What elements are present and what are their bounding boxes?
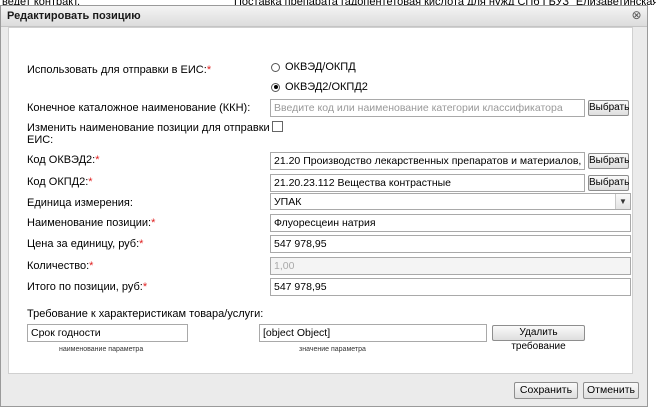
kkn-input[interactable]: Введите код или наименование категории к… (270, 99, 585, 117)
edit-position-dialog: Редактировать позицию ⊗ Использовать для… (0, 5, 648, 407)
radio-circle-selected[interactable] (271, 82, 280, 92)
close-icon[interactable]: ⊗ (630, 9, 643, 22)
dialog-titlebar[interactable]: Редактировать позицию ⊗ (1, 6, 647, 27)
param-value-caption: значение параметра (299, 346, 366, 353)
okved2-input[interactable]: 21.20 Производство лекарственных препара… (270, 152, 585, 170)
radio-label: ОКВЭД/ОКПД (285, 61, 356, 73)
position-name-input[interactable]: Флуоресцеин натрия (270, 214, 631, 232)
okpd2-select-button[interactable]: Выбрать (588, 175, 629, 191)
save-button[interactable]: Сохранить (514, 382, 578, 399)
price-label: Цена за единицу, руб:* (27, 238, 144, 250)
radio-okved2-okpd2[interactable]: ОКВЭД2/ОКПД2 (271, 81, 368, 93)
change-name-label-line1: Изменить наименование позиции для отправ… (27, 122, 279, 134)
dialog-title: Редактировать позицию (7, 10, 141, 22)
quantity-label: Количество:* (27, 260, 94, 272)
unit-select[interactable]: УПАК ▼ (270, 193, 631, 210)
cancel-button[interactable]: Отменить (583, 382, 639, 399)
delete-requirement-button[interactable]: Удалить требование (492, 325, 585, 352)
radio-okved-okpd[interactable]: ОКВЭД/ОКПД (271, 61, 356, 73)
okpd2-label: Код ОКПД2:* (27, 176, 93, 188)
price-input[interactable]: 547 978,95 (270, 235, 631, 253)
change-name-label-line2: ЕИС: (27, 134, 54, 146)
param-name-input[interactable]: Срок годности (27, 324, 188, 342)
okpd2-input[interactable]: 21.20.23.112 Вещества контрастные (270, 174, 585, 192)
radio-circle[interactable] (271, 62, 280, 72)
form-panel: Использовать для отправки в ЕИС:* ОКВЭД/… (8, 27, 633, 374)
okved2-label: Код ОКВЭД2:* (27, 154, 100, 166)
kkn-select-button[interactable]: Выбрать (588, 100, 629, 116)
change-name-checkbox[interactable] (272, 121, 283, 132)
total-label: Итого по позиции, руб:* (27, 281, 148, 293)
chevron-down-icon[interactable]: ▼ (615, 194, 630, 209)
quantity-input: 1,00 (270, 257, 631, 275)
position-name-label: Наименование позиции:* (27, 217, 156, 229)
requirements-label: Требование к характеристикам товара/услу… (27, 308, 264, 320)
unit-label: Единица измерения: (27, 197, 133, 209)
param-value-input[interactable]: [object Object] (259, 324, 487, 342)
unit-select-value: УПАК (274, 196, 302, 208)
okved2-select-button[interactable]: Выбрать (588, 153, 629, 169)
param-name-caption: наименование параметра (59, 346, 144, 353)
eis-label: Использовать для отправки в ЕИС:* (27, 64, 212, 76)
radio-label: ОКВЭД2/ОКПД2 (285, 81, 368, 93)
kkn-label: Конечное каталожное наименование (ККН): (27, 102, 251, 114)
total-input[interactable]: 547 978,95 (270, 278, 631, 296)
